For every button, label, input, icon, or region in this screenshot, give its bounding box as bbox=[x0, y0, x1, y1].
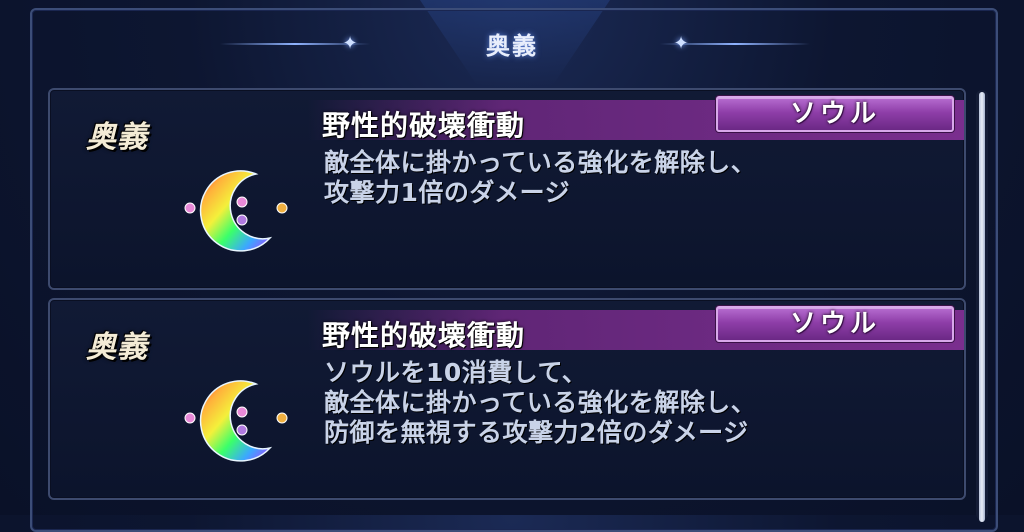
ougi-panel: ✦ ✦ 奥義 奥義 野性的破壊衝動 ソウル 敵全体に掛かっている強化を解除し、 … bbox=[0, 0, 1024, 532]
rainbow-moon-icon bbox=[184, 380, 288, 462]
skill-type-label: 奥義 bbox=[86, 120, 148, 155]
description-line: 敵全体に掛かっている強化を解除し、 bbox=[324, 388, 757, 417]
rainbow-moon-icon bbox=[184, 170, 288, 252]
description-line: 攻撃力1倍のダメージ bbox=[324, 178, 571, 207]
skill-card[interactable]: 奥義 野性的破壊衝動 ソウル ソウルを10消費して、 敵全体に掛かっている強化を… bbox=[48, 298, 966, 500]
description-line: ソウルを10消費して、 bbox=[324, 358, 588, 387]
soul-badge: ソウル bbox=[716, 306, 954, 342]
skill-description: ソウルを10消費して、 敵全体に掛かっている強化を解除し、 防御を無視する攻撃力… bbox=[324, 358, 756, 448]
skill-type-label: 奥義 bbox=[86, 330, 148, 365]
description-line: 防御を無視する攻撃力2倍のダメージ bbox=[324, 418, 749, 447]
skill-card[interactable]: 奥義 野性的破壊衝動 ソウル 敵全体に掛かっている強化を解除し、 攻撃力1倍のダ… bbox=[48, 88, 966, 290]
scrollbar-thumb[interactable] bbox=[979, 92, 985, 522]
soul-badge: ソウル bbox=[716, 96, 954, 132]
description-line: 敵全体に掛かっている強化を解除し、 bbox=[324, 148, 757, 177]
skill-description: 敵全体に掛かっている強化を解除し、 攻撃力1倍のダメージ bbox=[324, 148, 756, 208]
skill-name: 野性的破壊衝動 bbox=[322, 109, 526, 142]
page-title: 奥義 bbox=[486, 32, 538, 60]
skill-name: 野性的破壊衝動 bbox=[322, 319, 526, 352]
